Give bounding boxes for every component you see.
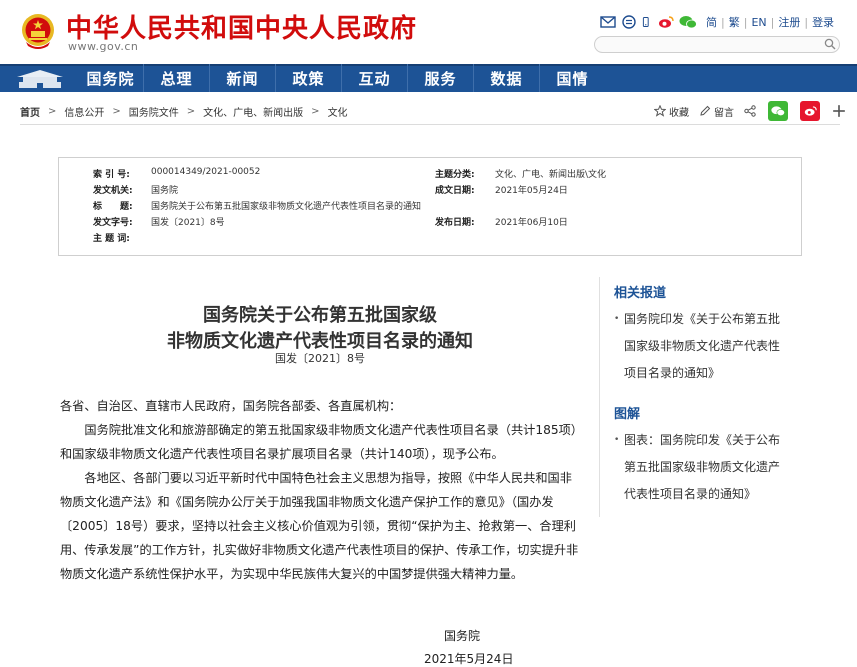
article-title-line-1: 国务院关于公布第五批国家级	[203, 305, 437, 326]
breadcrumb-culture-media[interactable]: 文化、广电、新闻出版	[203, 104, 303, 119]
wechat-share-icon	[771, 106, 785, 116]
bullet-icon: •	[614, 314, 620, 324]
infographic-heading: 图解	[614, 407, 641, 422]
breadcrumb-separator: >	[48, 106, 57, 117]
favorite-label: 收藏	[669, 107, 689, 119]
english-link[interactable]: EN	[747, 16, 770, 29]
bullet-icon: •	[614, 435, 620, 445]
meta-docno-label: 发文字号:	[93, 218, 133, 228]
breadcrumb-separator: >	[112, 106, 121, 117]
nav-item-premier[interactable]: 总理	[143, 64, 209, 92]
comment-label: 留言	[714, 107, 734, 119]
article-body: 各省、自治区、直辖市人民政府，国务院各部委、各直属机构： 国务院批准文化和旅游部…	[60, 394, 580, 586]
weibo-icon[interactable]	[658, 15, 674, 29]
national-emblem-icon[interactable]	[20, 12, 56, 50]
nav-menu: 国务院 总理 新闻 政策 互动 服务 数据 国情	[78, 64, 605, 92]
document-metadata-box: 索 引 号: 000014349/2021-00052 主题分类: 文化、广电、…	[58, 157, 802, 256]
nav-item-interaction[interactable]: 互动	[341, 64, 407, 92]
meta-category-value: 文化、广电、新闻出版\文化	[495, 170, 607, 180]
article-signature: 国务院	[444, 629, 481, 643]
breadcrumb-info-disclosure[interactable]: 信息公开	[64, 104, 104, 119]
article-paragraph: 国务院批准文化和旅游部确定的第五批国家级非物质文化遗产代表性项目名录（共计185…	[60, 423, 577, 461]
mail-icon[interactable]	[600, 15, 616, 29]
meta-created-label: 成文日期:	[435, 186, 475, 196]
pencil-icon	[700, 105, 711, 116]
meta-issuer-label: 发文机关:	[93, 186, 133, 196]
search-input[interactable]	[594, 36, 840, 53]
meta-category-label: 主题分类:	[435, 170, 475, 180]
meta-index-label: 索 引 号:	[93, 170, 130, 180]
tiananmen-icon[interactable]	[15, 68, 65, 90]
meta-created-value: 2021年05月24日	[495, 186, 568, 196]
breadcrumb-divider	[20, 124, 840, 125]
share-icon[interactable]	[744, 105, 756, 117]
utility-bar: 简 | 繁 | EN | 注册 | 登录	[600, 13, 838, 31]
message-icon[interactable]	[621, 15, 637, 29]
breadcrumb-separator: >	[186, 106, 196, 117]
nav-item-national-conditions[interactable]: 国情	[539, 64, 605, 92]
article-paragraph: 各地区、各部门要以习近平新时代中国特色社会主义思想为指导，按照《中华人民共和国非…	[60, 471, 579, 581]
weibo-share-button[interactable]	[800, 101, 820, 121]
meta-index-value: 000014349/2021-00052	[151, 167, 261, 177]
mobile-icon[interactable]	[642, 15, 653, 29]
related-report-link[interactable]: • 国务院印发《关于公布第五批 国家级非物质文化遗产代表性 项目名录的通知》	[614, 306, 804, 387]
meta-keywords-label: 主 题 词:	[93, 234, 130, 244]
article-title: 国务院关于公布第五批国家级 非物质文化遗产代表性项目名录的通知	[60, 303, 580, 355]
breadcrumb: 首页 > 信息公开 > 国务院文件 > 文化、广电、新闻出版 > 文化	[20, 104, 348, 119]
article-salutation: 各省、自治区、直辖市人民政府，国务院各部委、各直属机构：	[60, 399, 402, 413]
infographic-line: 图表：国务院印发《关于公布	[624, 433, 781, 447]
nav-item-news[interactable]: 新闻	[209, 64, 275, 92]
meta-title-value: 国务院关于公布第五批国家级非物质文化遗产代表性项目名录的通知	[151, 202, 422, 212]
share-bar: 收藏 留言	[654, 101, 849, 121]
nav-item-policy[interactable]: 政策	[275, 64, 341, 92]
related-report-line: 国务院印发《关于公布第五批	[624, 312, 781, 326]
comment-button[interactable]: 留言	[699, 104, 734, 119]
site-url: www.gov.cn	[68, 40, 139, 53]
simplified-chinese-link[interactable]: 简	[702, 14, 721, 30]
breadcrumb-home[interactable]: 首页	[20, 104, 40, 119]
weibo-share-icon	[804, 106, 817, 116]
nav-item-data[interactable]: 数据	[473, 64, 539, 92]
meta-published-value: 2021年06月10日	[495, 218, 568, 228]
related-report-line: 国家级非物质文化遗产代表性	[624, 339, 781, 353]
main-nav: 国务院 总理 新闻 政策 互动 服务 数据 国情	[0, 64, 857, 92]
article-doc-number: 国发〔2021〕8号	[275, 352, 365, 365]
search-icon[interactable]	[824, 38, 836, 50]
nav-item-state-council[interactable]: 国务院	[78, 64, 143, 92]
register-link[interactable]: 注册	[774, 14, 804, 30]
favorite-button[interactable]: 收藏	[654, 104, 689, 119]
infographic-line: 代表性项目名录的通知》	[624, 487, 757, 501]
breadcrumb-separator: >	[311, 106, 320, 117]
wechat-icon[interactable]	[679, 15, 697, 29]
infographic-link[interactable]: • 图表：国务院印发《关于公布 第五批国家级非物质文化遗产 代表性项目名录的通知…	[614, 427, 804, 508]
plus-icon[interactable]	[832, 104, 846, 118]
article-date: 2021年5月24日	[424, 652, 514, 666]
nav-item-services[interactable]: 服务	[407, 64, 473, 92]
wechat-share-button[interactable]	[768, 101, 788, 121]
sidebar-divider	[599, 277, 600, 517]
meta-published-label: 发布日期:	[435, 218, 475, 228]
meta-issuer-value: 国务院	[151, 186, 179, 196]
breadcrumb-state-council-docs[interactable]: 国务院文件	[129, 104, 179, 119]
infographic-line: 第五批国家级非物质文化遗产	[624, 460, 781, 474]
site-header: 中华人民共和国中央人民政府 www.gov.cn 简 | 繁 | EN | 注册…	[0, 0, 857, 64]
related-report-line: 项目名录的通知》	[624, 366, 721, 380]
traditional-chinese-link[interactable]: 繁	[725, 14, 744, 30]
related-reports-heading: 相关报道	[614, 286, 667, 301]
star-icon	[654, 105, 666, 117]
login-link[interactable]: 登录	[808, 14, 838, 30]
meta-title-label: 标 题:	[93, 202, 133, 212]
meta-docno-value: 国发〔2021〕8号	[151, 218, 225, 228]
breadcrumb-culture[interactable]: 文化	[328, 104, 348, 119]
